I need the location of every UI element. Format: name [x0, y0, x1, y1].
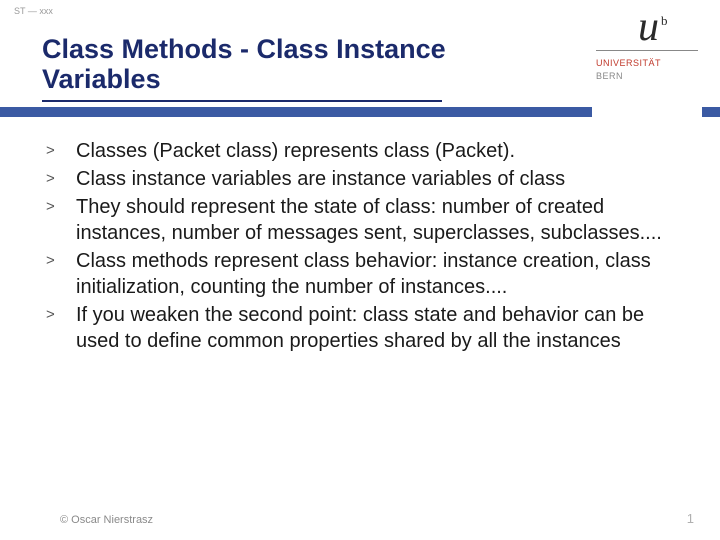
logo-line1: UNIVERSITÄT — [596, 58, 661, 68]
bullet-list: Classes (Packet class) represents class … — [42, 138, 690, 354]
logo-line2: BERN — [596, 71, 623, 81]
list-item: If you weaken the second point: class st… — [42, 302, 690, 354]
logo-text: UNIVERSITÄT BERN — [596, 57, 698, 82]
logo-b-letter: b — [661, 13, 668, 28]
slide-header: ST — xxx Class Methods - Class Instance … — [0, 0, 720, 120]
logo-glyph: ub — [638, 6, 698, 48]
list-item: Class instance variables are instance va… — [42, 166, 690, 192]
logo-u-letter: u — [638, 4, 659, 50]
list-item: Classes (Packet class) represents class … — [42, 138, 690, 164]
footer-page-number: 1 — [687, 511, 694, 526]
title-underline — [42, 100, 442, 102]
list-item: They should represent the state of class… — [42, 194, 690, 246]
list-item: Class methods represent class behavior: … — [42, 248, 690, 300]
footer-copyright: © Oscar Nierstrasz — [60, 514, 153, 526]
university-logo: ub UNIVERSITÄT BERN — [592, 0, 702, 118]
slide-title: Class Methods - Class Instance Variables — [42, 34, 562, 94]
logo-divider — [596, 50, 698, 51]
slide-tag: ST — xxx — [14, 6, 53, 16]
slide-content: Classes (Packet class) represents class … — [42, 138, 690, 356]
